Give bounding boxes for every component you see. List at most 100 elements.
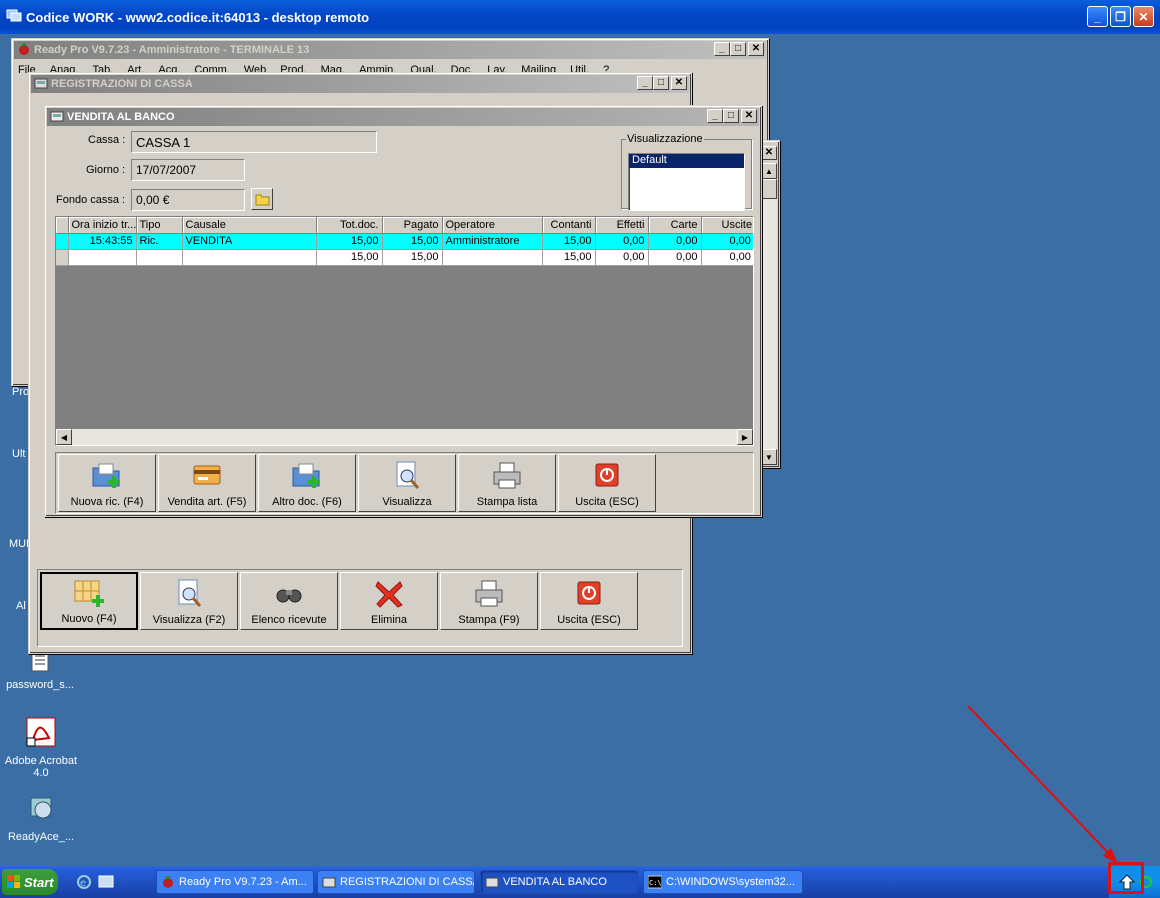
close-button[interactable]: ✕ (741, 109, 757, 123)
cell-ora: 15:43:55 (68, 233, 137, 250)
scroll-up-button[interactable]: ▲ (761, 163, 777, 179)
fondo-cassa-button[interactable] (251, 188, 273, 210)
vendita-articolo-button[interactable]: Vendita art. (F5) (158, 454, 256, 512)
setup-icon (30, 797, 52, 819)
giorno-label: Giorno : (86, 164, 126, 176)
readypro-titlebar[interactable]: Ready Pro V9.7.23 - Amministratore - TER… (14, 41, 766, 59)
card-icon (193, 465, 221, 485)
registrazioni-title: REGISTRAZIONI DI CASSA (51, 78, 193, 90)
strawberry-icon (19, 43, 29, 55)
cell-tipo: Ric. (136, 233, 183, 250)
elimina-label: Elimina (370, 614, 408, 626)
uscita-label: Uscita (ESC) (557, 614, 621, 626)
printer-icon (493, 462, 521, 489)
remote-desktop-titlebar[interactable]: Codice WORK - www2.codice.it:64013 - des… (0, 0, 1160, 34)
cell-causale: VENDITA (182, 233, 317, 250)
elenco-ricevute-button[interactable]: Elenco ricevute (240, 572, 338, 630)
close-button[interactable]: ✕ (671, 76, 687, 90)
scroll-right-button[interactable]: ▶ (737, 429, 753, 445)
uscita-button[interactable]: Uscita (ESC) (540, 572, 638, 630)
col-effetti[interactable]: Effetti (595, 217, 649, 234)
nuovo-button[interactable]: Nuovo (F4) (40, 572, 138, 630)
col-uscite[interactable]: Uscite (701, 217, 753, 234)
cell-effetti: 0,00 (595, 249, 649, 266)
scroll-left-button[interactable]: ◀ (56, 429, 72, 445)
taskbar-item-label: Ready Pro V9.7.23 - Am... (179, 876, 307, 888)
uscita-esc-button[interactable]: Uscita (ESC) (558, 454, 656, 512)
scroll-down-button[interactable]: ▼ (761, 449, 777, 465)
nuovo-label: Nuovo (F4) (61, 613, 117, 625)
stampa-f9-button[interactable]: Stampa (F9) (440, 572, 538, 630)
vertical-scrollbar[interactable]: ▲ ▼ (761, 163, 777, 465)
restore-button[interactable]: ❐ (1110, 6, 1131, 27)
cell-ora (68, 249, 137, 266)
taskbar-item-vendita[interactable]: VENDITA AL BANCO (480, 870, 638, 894)
nuova-ricevuta-button[interactable]: Nuova ric. (F4) (58, 454, 156, 512)
visualizzazione-option-default[interactable]: Default (629, 154, 744, 168)
cell-pagato: 15,00 (382, 249, 443, 266)
minimize-button[interactable]: _ (714, 42, 730, 56)
taskbar-item-label: REGISTRAZIONI DI CASSA (340, 876, 475, 888)
exit-icon (595, 463, 619, 487)
maximize-button[interactable]: □ (653, 76, 669, 90)
col-ora[interactable]: Ora inizio tr... (68, 217, 137, 234)
col-causale[interactable]: Causale (182, 217, 317, 234)
new-grid-icon (74, 580, 104, 607)
minimize-button[interactable]: _ (1087, 6, 1108, 27)
horizontal-scrollbar[interactable]: ◀ ▶ (56, 429, 753, 445)
cell-carte: 0,00 (648, 249, 702, 266)
minimize-button[interactable]: _ (707, 109, 723, 123)
vendita-titlebar[interactable]: VENDITA AL BANCO _ □ ✕ (47, 108, 759, 126)
visualizza-label: Visualizza (F2) (152, 614, 226, 626)
registrazioni-titlebar[interactable]: REGISTRAZIONI DI CASSA _ □ ✕ (31, 75, 689, 93)
row-indicator[interactable] (56, 249, 69, 266)
close-button[interactable]: ✕ (748, 42, 764, 56)
visualizza-f2-button[interactable]: Visualizza (F2) (140, 572, 238, 630)
taskbar-item-cmd[interactable]: C:\ C:\WINDOWS\system32... (643, 870, 803, 894)
col-tipo[interactable]: Tipo (136, 217, 183, 234)
vendita-toolbar: Nuova ric. (F4) Vendita art. (F5) Altro … (55, 452, 754, 514)
readypro-title: Ready Pro V9.7.23 - Amministratore - TER… (34, 44, 310, 56)
cassa-field[interactable]: CASSA 1 (131, 131, 377, 153)
taskbar-item-registrazioni[interactable]: REGISTRAZIONI DI CASSA (317, 870, 475, 894)
cell-tipo (136, 249, 183, 266)
altro-documento-button[interactable]: Altro doc. (F6) (258, 454, 356, 512)
folder-add-icon (92, 463, 120, 488)
col-pagato[interactable]: Pagato (382, 217, 443, 234)
magnifier-doc-icon (178, 579, 202, 607)
elimina-button[interactable]: Elimina (340, 572, 438, 630)
desktop-icon-readyace[interactable]: ReadyAce_... (1, 792, 81, 843)
scroll-thumb[interactable] (761, 179, 777, 199)
stampa-lista-button[interactable]: Stampa lista (458, 454, 556, 512)
start-button[interactable]: Start (2, 869, 58, 895)
desktop-icon-password[interactable]: password_s... (0, 650, 80, 691)
maximize-button[interactable]: □ (730, 42, 746, 56)
row-indicator[interactable] (56, 233, 69, 250)
col-carte[interactable]: Carte (648, 217, 702, 234)
fondo-cassa-field[interactable]: 0,00 € (131, 189, 245, 211)
show-desktop-icon[interactable] (98, 874, 114, 890)
cell-uscite: 0,00 (701, 249, 753, 266)
ie-icon[interactable]: e (76, 874, 92, 890)
cell-tot-doc: 15,00 (316, 233, 383, 250)
table-row[interactable]: 15:43:55 Ric. VENDITA 15,00 15,00 Ammini… (56, 233, 753, 250)
register-icon (322, 877, 336, 888)
vendita-window: VENDITA AL BANCO _ □ ✕ Cassa : CASSA 1 Gio… (44, 105, 762, 517)
col-operatore[interactable]: Operatore (442, 217, 543, 234)
desktop-icon-acrobat[interactable]: Adobe Acrobat 4.0 (1, 716, 81, 779)
desktop-partial-label: Al (16, 600, 26, 612)
giorno-field[interactable]: 17/07/2007 (131, 159, 245, 181)
visualizzazione-group: Visualizzazione Default (621, 133, 752, 211)
visualizza-button[interactable]: Visualizza (358, 454, 456, 512)
col-contanti[interactable]: Contanti (542, 217, 596, 234)
table-row-totals[interactable]: 15,00 15,00 15,00 0,00 0,00 0,00 (56, 249, 753, 266)
remote-desktop-icon (6, 9, 22, 22)
col-tot-doc[interactable]: Tot.doc. (316, 217, 383, 234)
visualizzazione-list[interactable]: Default (628, 153, 745, 211)
start-label: Start (24, 874, 54, 890)
taskbar-item-readypro[interactable]: Ready Pro V9.7.23 - Am... (156, 870, 314, 894)
maximize-button[interactable]: □ (723, 109, 739, 123)
close-button[interactable]: ✕ (761, 146, 777, 160)
minimize-button[interactable]: _ (637, 76, 653, 90)
close-button[interactable]: ✕ (1133, 6, 1154, 27)
